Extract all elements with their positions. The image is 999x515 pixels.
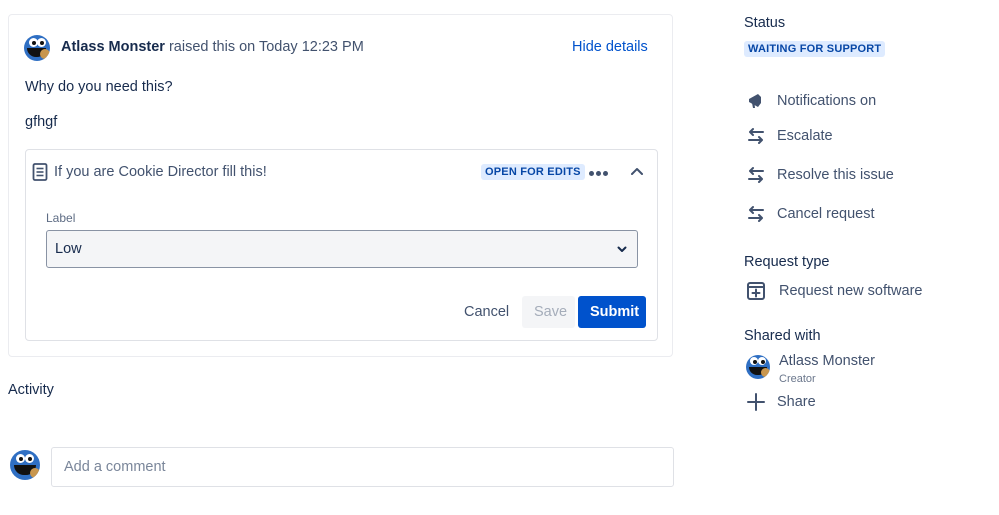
share-button[interactable]: Share <box>744 389 816 415</box>
escalate-label: Escalate <box>777 128 833 144</box>
label-field-label: Label <box>46 211 76 225</box>
form-document-icon <box>32 163 48 184</box>
plus-icon <box>744 390 768 414</box>
submit-button[interactable]: Submit <box>578 296 646 328</box>
question-label: Why do you need this? <box>25 79 173 95</box>
request-type-label: Request new software <box>779 283 923 299</box>
transition-arrows-icon <box>744 124 768 148</box>
form-panel: If you are Cookie Director fill this! OP… <box>25 149 658 341</box>
open-for-edits-badge: OPEN FOR EDITS <box>481 164 585 180</box>
transition-arrows-icon <box>744 163 768 187</box>
more-dots-icon <box>588 170 594 176</box>
share-label: Share <box>777 394 816 410</box>
request-type-icon <box>744 279 768 303</box>
label-select-value: Low <box>55 241 82 257</box>
transition-arrows-icon <box>744 202 768 226</box>
current-user-avatar <box>10 450 40 480</box>
request-details-card: Atlass Monster raised this on Today 12:2… <box>8 14 673 357</box>
activity-heading: Activity <box>8 382 54 398</box>
notifications-toggle[interactable]: Notifications on <box>744 88 876 114</box>
hide-details-link[interactable]: Hide details <box>572 39 648 55</box>
megaphone-icon <box>744 89 768 113</box>
shared-with-heading: Shared with <box>744 328 821 344</box>
save-button[interactable]: Save <box>522 296 575 328</box>
shared-user-avatar <box>746 355 770 379</box>
cancel-request-label: Cancel request <box>777 206 875 222</box>
cancel-button[interactable]: Cancel <box>452 296 521 328</box>
chevron-up-icon <box>631 168 643 175</box>
raised-by-line: Atlass Monster raised this on Today 12:2… <box>61 39 364 55</box>
label-select[interactable]: Low <box>46 230 638 268</box>
reporter-avatar <box>24 35 50 61</box>
add-comment-input[interactable] <box>51 447 674 487</box>
status-badge: WAITING FOR SUPPORT <box>744 41 886 57</box>
form-title: If you are Cookie Director fill this! <box>54 164 267 180</box>
raised-text: raised this on Today 12:23 PM <box>164 39 364 55</box>
shared-user-name[interactable]: Atlass Monster <box>779 353 875 369</box>
collapse-form-button[interactable] <box>626 160 648 182</box>
resolve-issue-action[interactable]: Resolve this issue <box>744 162 894 188</box>
shared-user-role: Creator <box>779 373 816 385</box>
request-type-item: Request new software <box>744 278 922 304</box>
more-actions-button[interactable] <box>585 160 611 182</box>
resolve-issue-label: Resolve this issue <box>777 167 894 183</box>
reporter-name[interactable]: Atlass Monster <box>61 39 165 55</box>
escalate-action[interactable]: Escalate <box>744 123 833 149</box>
status-heading: Status <box>744 15 786 31</box>
cancel-request-action[interactable]: Cancel request <box>744 201 875 227</box>
request-type-heading: Request type <box>744 254 830 270</box>
chevron-down-icon <box>615 242 629 259</box>
notifications-label: Notifications on <box>777 93 877 109</box>
answer-text: gfhgf <box>25 114 58 130</box>
